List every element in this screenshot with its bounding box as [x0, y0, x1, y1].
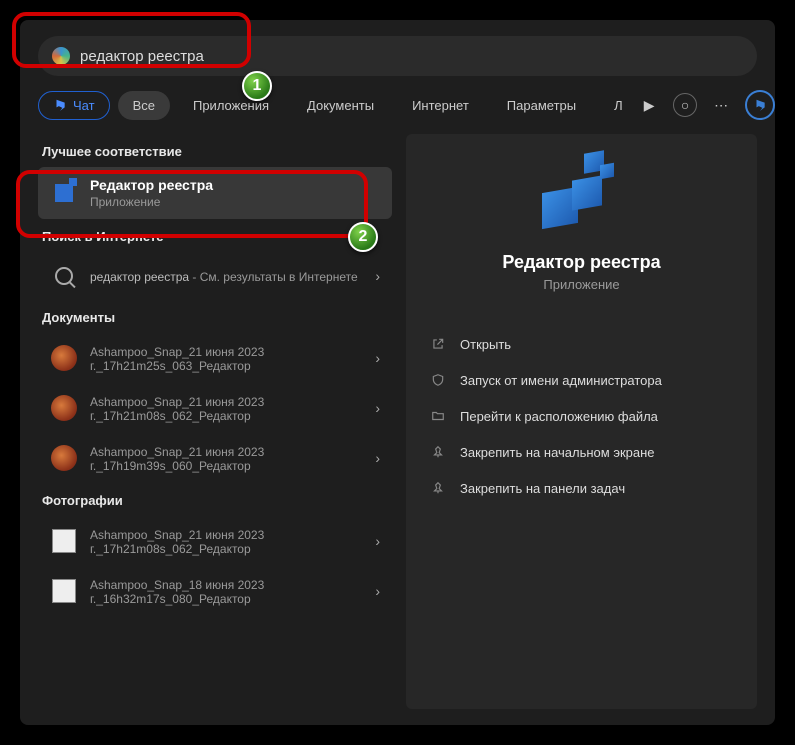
preview-subtitle: Приложение	[424, 277, 739, 292]
search-input[interactable]	[80, 48, 743, 65]
result-document[interactable]: Ashampoo_Snap_21 июня 2023 г._17h21m25s_…	[38, 333, 392, 383]
pin-icon	[430, 480, 446, 496]
image-file-icon	[52, 529, 76, 553]
action-pin-start-label: Закрепить на начальном экране	[460, 445, 655, 460]
search-icon	[55, 267, 73, 285]
tab-more-label: Л	[614, 98, 623, 113]
tab-internet[interactable]: Интернет	[397, 91, 484, 120]
action-pin-start[interactable]: Закрепить на начальном экране	[424, 436, 739, 468]
open-icon	[430, 336, 446, 352]
pin-icon	[430, 444, 446, 460]
doc-title: Ashampoo_Snap_21 июня 2023 г._17h21m08s_…	[90, 395, 363, 423]
web-query: редактор реестра	[90, 270, 189, 284]
action-pin-taskbar-label: Закрепить на панели задач	[460, 481, 625, 496]
snap-file-icon	[51, 345, 77, 371]
shield-icon	[430, 372, 446, 388]
action-open[interactable]: Открыть	[424, 328, 739, 360]
tab-internet-label: Интернет	[412, 98, 469, 113]
tab-all-label: Все	[133, 98, 155, 113]
account-circle-icon[interactable]: ○	[673, 93, 697, 117]
tab-documents[interactable]: Документы	[292, 91, 389, 120]
bing-icon[interactable]	[745, 90, 775, 120]
result-photo[interactable]: Ashampoo_Snap_21 июня 2023 г._17h21m08s_…	[38, 516, 392, 566]
chevron-right-icon: ›	[375, 400, 380, 416]
photo-title: Ashampoo_Snap_21 июня 2023 г._17h21m08s_…	[90, 528, 363, 556]
preview-title: Редактор реестра	[424, 252, 739, 273]
folder-icon	[430, 408, 446, 424]
more-options-icon[interactable]: ⋯	[709, 93, 733, 117]
scroll-right-icon[interactable]: ▶	[637, 93, 661, 117]
action-open-location-label: Перейти к расположению файла	[460, 409, 658, 424]
chevron-right-icon: ›	[375, 268, 380, 284]
action-run-admin-label: Запуск от имени администратора	[460, 373, 662, 388]
doc-title: Ashampoo_Snap_21 июня 2023 г._17h21m25s_…	[90, 345, 363, 373]
tab-more-cut[interactable]: Л	[599, 91, 629, 120]
regedit-icon	[55, 184, 73, 202]
snap-file-icon	[51, 395, 77, 421]
doc-title: Ashampoo_Snap_21 июня 2023 г._17h19m39s_…	[90, 445, 363, 473]
action-run-admin[interactable]: Запуск от имени администратора	[424, 364, 739, 396]
chevron-right-icon: ›	[375, 533, 380, 549]
chevron-right-icon: ›	[375, 450, 380, 466]
result-title: Редактор реестра	[90, 177, 380, 193]
tab-chat-label: Чат	[73, 98, 95, 113]
search-window: Чат Все Приложения Документы Интернет Па…	[20, 20, 775, 725]
result-document[interactable]: Ashampoo_Snap_21 июня 2023 г._17h21m08s_…	[38, 383, 392, 433]
annotation-callout-1: 1	[242, 71, 272, 101]
chevron-right-icon: ›	[375, 583, 380, 599]
annotation-callout-2: 2	[348, 222, 378, 252]
section-photos: Фотографии	[42, 493, 388, 508]
tab-all[interactable]: Все	[118, 91, 170, 120]
result-best-regedit[interactable]: Редактор реестра Приложение	[38, 167, 392, 219]
tab-settings-label: Параметры	[507, 98, 576, 113]
result-photo[interactable]: Ashampoo_Snap_18 июня 2023 г._16h32m17s_…	[38, 566, 392, 616]
section-web: Поиск в Интернете	[42, 229, 388, 244]
photo-title: Ashampoo_Snap_18 июня 2023 г._16h32m17s_…	[90, 578, 363, 606]
action-open-label: Открыть	[460, 337, 511, 352]
action-pin-taskbar[interactable]: Закрепить на панели задач	[424, 472, 739, 504]
section-best-match: Лучшее соответствие	[42, 144, 388, 159]
snap-file-icon	[51, 445, 77, 471]
bing-chat-icon	[53, 98, 67, 112]
image-file-icon	[52, 579, 76, 603]
section-documents: Документы	[42, 310, 388, 325]
filter-tabs: Чат Все Приложения Документы Интернет Па…	[38, 90, 757, 120]
action-open-location[interactable]: Перейти к расположению файла	[424, 400, 739, 432]
search-bar[interactable]	[38, 36, 757, 76]
web-suffix: - См. результаты в Интернете	[189, 270, 358, 284]
tab-settings[interactable]: Параметры	[492, 91, 591, 120]
preview-panel: Редактор реестра Приложение Открыть Запу…	[406, 134, 757, 709]
chevron-right-icon: ›	[375, 350, 380, 366]
tab-documents-label: Документы	[307, 98, 374, 113]
result-document[interactable]: Ashampoo_Snap_21 июня 2023 г._17h19m39s_…	[38, 433, 392, 483]
result-subtitle: Приложение	[90, 195, 380, 209]
search-brand-icon	[52, 47, 70, 65]
tab-chat[interactable]: Чат	[38, 91, 110, 120]
results-panel: Лучшее соответствие Редактор реестра При…	[38, 134, 392, 709]
regedit-large-icon	[542, 160, 622, 230]
preview-actions: Открыть Запуск от имени администратора П…	[424, 328, 739, 504]
result-web-search[interactable]: редактор реестра - См. результаты в Инте…	[38, 252, 392, 300]
